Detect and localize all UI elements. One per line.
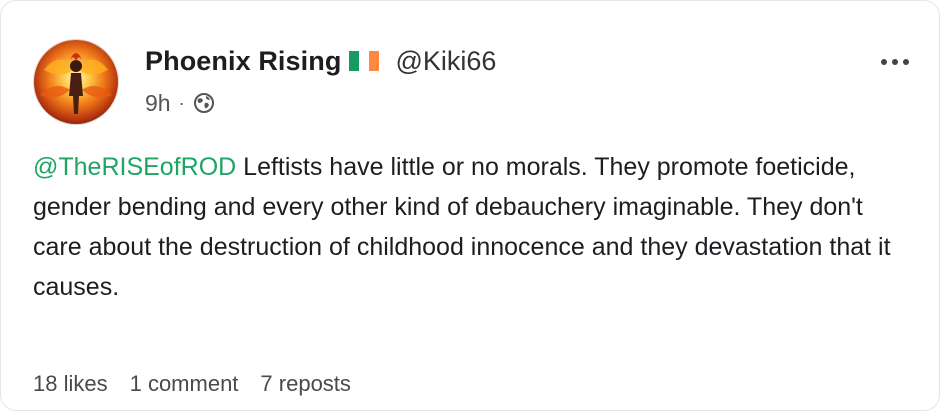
mention-link[interactable]: @TheRISEofROD [33, 153, 236, 181]
comments-count[interactable]: 1 comment [130, 371, 239, 397]
post-card: Phoenix Rising @Kiki66 9h · @TheRISEofRO… [0, 0, 940, 411]
globe-icon [193, 92, 215, 114]
reposts-count[interactable]: 7 reposts [260, 371, 351, 397]
post-body: @TheRISEofROD Leftists have little or no… [33, 147, 913, 307]
more-options-icon[interactable] [873, 49, 917, 75]
avatar[interactable] [33, 39, 119, 125]
author-row: Phoenix Rising @Kiki66 [145, 41, 496, 81]
meta-separator: · [178, 92, 185, 113]
author-display-name[interactable]: Phoenix Rising [145, 46, 341, 77]
post-meta: 9h · [145, 88, 215, 118]
ireland-flag-icon [349, 51, 380, 71]
likes-count[interactable]: 18 likes [33, 371, 108, 397]
phoenix-avatar-image [34, 40, 118, 124]
post-stats: 18 likes 1 comment 7 reposts [33, 368, 373, 400]
author-handle[interactable]: @Kiki66 [395, 46, 496, 77]
post-time[interactable]: 9h [145, 90, 171, 117]
